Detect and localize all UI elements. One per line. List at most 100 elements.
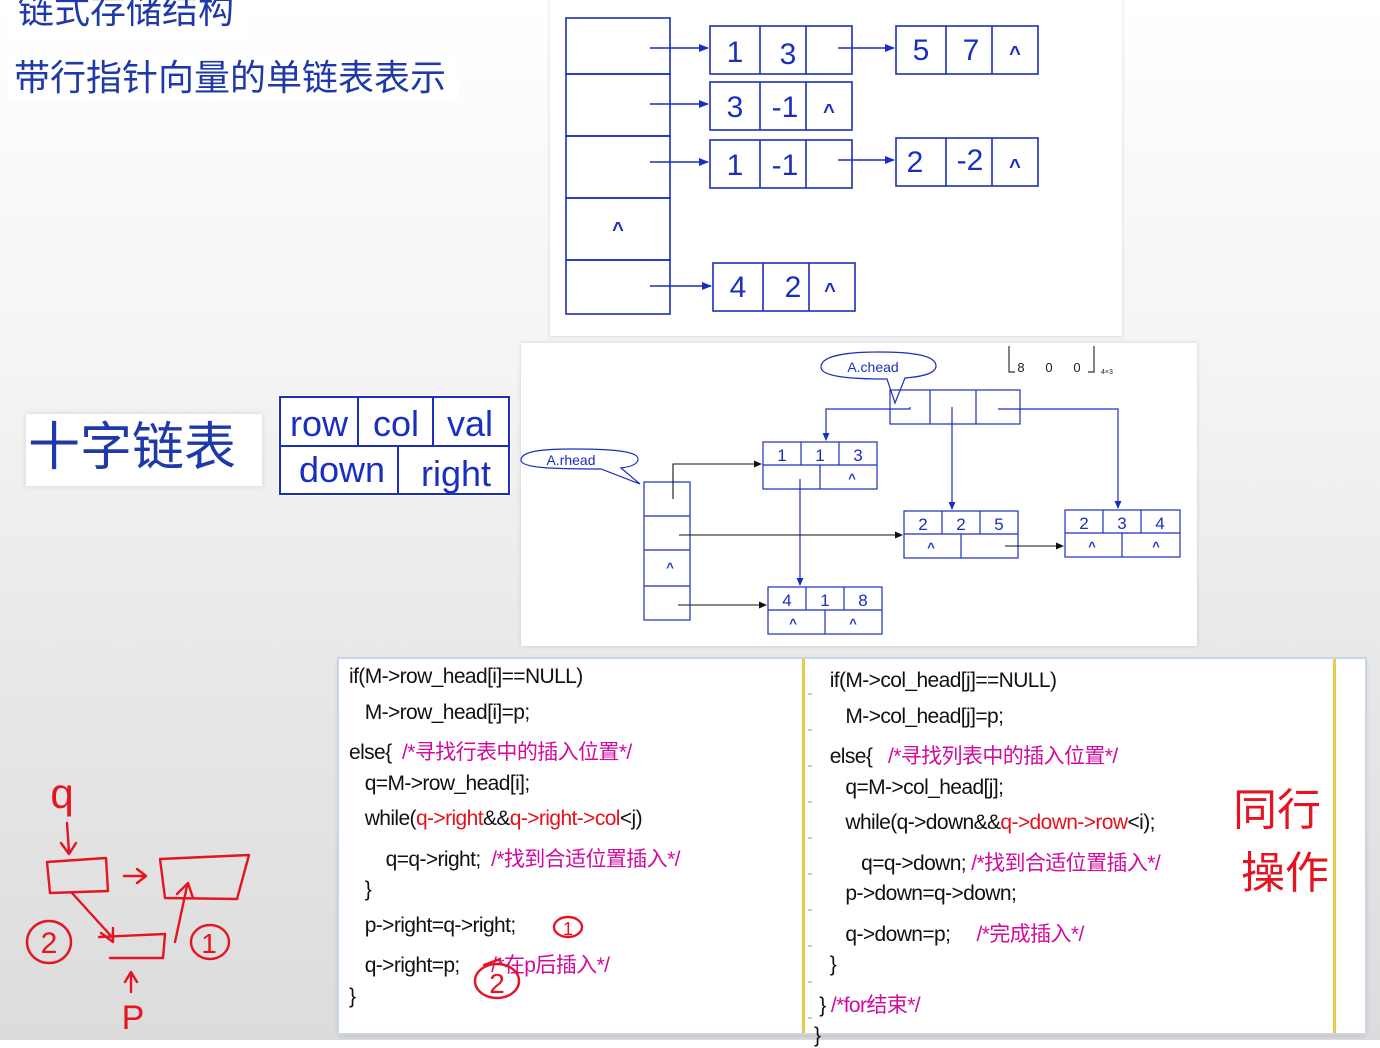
field-val-label: val [447, 403, 493, 444]
null-pointer-symbol: ^ [1009, 156, 1021, 178]
code-comment: /*完成插入*/ [976, 922, 1085, 946]
orthogonal-list-diagram: 8 0 0 4×3 A.chead A.rhead 1 1 3 2 2 5 2 … [520, 343, 1197, 646]
ortho-node-row: 1 [777, 446, 786, 465]
code-token: q=M->col_head[j]; [814, 775, 1004, 799]
p-pointer-arrow [123, 970, 139, 994]
code-line: } [349, 984, 356, 1009]
field-col-label: col [373, 403, 419, 444]
field-row-label: row [290, 403, 349, 444]
code-token: M->row_head[i]=p; [349, 700, 531, 724]
code-line: if(M->row_head[i]==NULL) [349, 665, 583, 689]
code-token: q=q->down; [814, 851, 972, 875]
node-value: -2 [957, 144, 984, 177]
rhead-label: A.rhead [546, 452, 595, 468]
null-pointer-symbol: ^ [1088, 539, 1096, 554]
null-pointer-symbol: ^ [823, 101, 835, 123]
code-token: && [482, 807, 510, 830]
code-token: while( [349, 807, 417, 830]
code-line: if(M->col_head[j]==NULL) [814, 669, 1057, 693]
code-line: p->down=q->down; [814, 882, 1016, 906]
sketch-node-q [45, 856, 110, 895]
code-token: q->right [415, 807, 484, 830]
code-line: else{ /*寻找行表中的插入位置*/ [349, 736, 632, 766]
code-token: } [349, 984, 356, 1008]
ortho-node-col: 1 [815, 446, 824, 465]
row-pointer-diagram: 1 3 5 7 3 -1 1 -1 2 -2 4 2 ^ ^ ^ ^ ^ [550, 0, 1122, 336]
row-vector-cell-0 [565, 17, 671, 75]
ortho-node-row: 2 [918, 515, 927, 534]
title-orthogonal-list: 十字链表 [26, 414, 262, 486]
node-value: 1 [727, 149, 744, 182]
code-token: q->down->row [1000, 811, 1128, 834]
code-comment: /*寻找列表中的插入位置*/ [887, 745, 1118, 768]
node-value: 3 [780, 38, 797, 71]
code-panel: if(M->row_head[i]==NULL) M->row_head[i]=… [339, 659, 1365, 1047]
matrix-fragment: 8 0 0 4×3 [1008, 346, 1113, 376]
node-value: 4 [730, 271, 747, 304]
code-line: q->down=p; /*完成插入*/ [814, 918, 1084, 948]
node-value: 3 [727, 91, 744, 124]
null-pointer-symbol: ^ [1152, 539, 1160, 554]
null-pointer-symbol: ^ [612, 219, 624, 241]
code-token: p->right=q->right; [349, 913, 516, 937]
code-token: } [814, 993, 831, 1017]
node-value: -1 [772, 91, 799, 124]
ortho-node-row: 4 [782, 591, 791, 610]
code-line: q=M->col_head[j]; [814, 775, 1004, 800]
null-pointer-symbol: ^ [848, 471, 856, 486]
sketch-circled-2: 2 [41, 927, 58, 960]
ortho-node-col: 2 [956, 515, 965, 534]
sketch-circled-1: 1 [201, 928, 217, 959]
code-token: else{ [349, 741, 403, 764]
code-line: p->right=q->right; [349, 914, 516, 938]
ortho-node-val: 3 [853, 446, 862, 465]
code-token: } [349, 878, 372, 901]
null-pointer-symbol: ^ [927, 540, 935, 555]
sketch-node-next [158, 853, 251, 901]
null-pointer-symbol: ^ [789, 616, 797, 631]
code-comment: /*找到合适位置插入*/ [491, 847, 680, 871]
sketch-arrow-next [122, 867, 148, 885]
code-line: } /*for结束*/ [814, 989, 920, 1019]
matrix-value: 0 [1073, 360, 1080, 375]
node-value: 5 [913, 34, 930, 67]
row-vector-cell-1 [565, 73, 671, 137]
code-token: q->right->col [509, 807, 621, 830]
node-value: 2 [907, 146, 924, 179]
code-dotted-guide [808, 659, 812, 1033]
code-comment: /*for结束*/ [830, 993, 921, 1017]
code-line: q=q->down; /*找到合适位置插入*/ [814, 847, 1161, 877]
null-pointer-symbol: ^ [824, 280, 836, 302]
code-comment: /*寻找行表中的插入位置*/ [402, 741, 632, 764]
code-line: } [814, 1024, 821, 1048]
code-line: M->row_head[i]=p; [349, 700, 531, 725]
code-right-border [1333, 659, 1336, 1033]
matrix-subscript: 4×3 [1101, 369, 1113, 376]
ortho-node-col: 1 [820, 591, 829, 610]
code-token: q->right=p; [349, 954, 492, 977]
matrix-value: 0 [1045, 360, 1052, 375]
null-pointer-symbol: ^ [849, 616, 857, 631]
row-pointer-diagram-svg: 1 3 5 7 3 -1 1 -1 2 -2 4 2 ^ ^ ^ ^ ^ [565, 17, 1039, 315]
node-structure-diagram: row col val down right [278, 395, 511, 496]
null-pointer-symbol: ^ [1009, 43, 1021, 65]
title-row-pointer-list-text: 带行指针向量的单链表表示 [14, 58, 447, 99]
row-vector-cell-2 [565, 135, 671, 199]
code-line: } [814, 953, 837, 977]
node-value: -1 [772, 149, 799, 182]
code-token: p->down=q->down; [814, 882, 1017, 905]
row-head-vector [643, 481, 691, 621]
sketch-circle-1 [189, 923, 231, 961]
code-token: while(q->down&& [814, 811, 1001, 834]
ortho-node-row: 2 [1079, 514, 1088, 533]
code-line: else{ /*寻找列表中的插入位置*/ [814, 740, 1118, 770]
sketch-circle-2 [25, 919, 73, 965]
code-token: q=M->row_head[i]; [349, 771, 531, 795]
null-pointer-symbol: ^ [666, 560, 674, 575]
sketch-arrow-2 [70, 891, 115, 944]
ortho-node-col: 3 [1117, 514, 1126, 533]
row-vector-cell-4 [565, 259, 671, 315]
title-orthogonal-list-text: 十字链表 [28, 418, 237, 478]
node-structure-svg: row col val down right [279, 396, 510, 495]
code-token: q=q->right; [349, 847, 492, 871]
